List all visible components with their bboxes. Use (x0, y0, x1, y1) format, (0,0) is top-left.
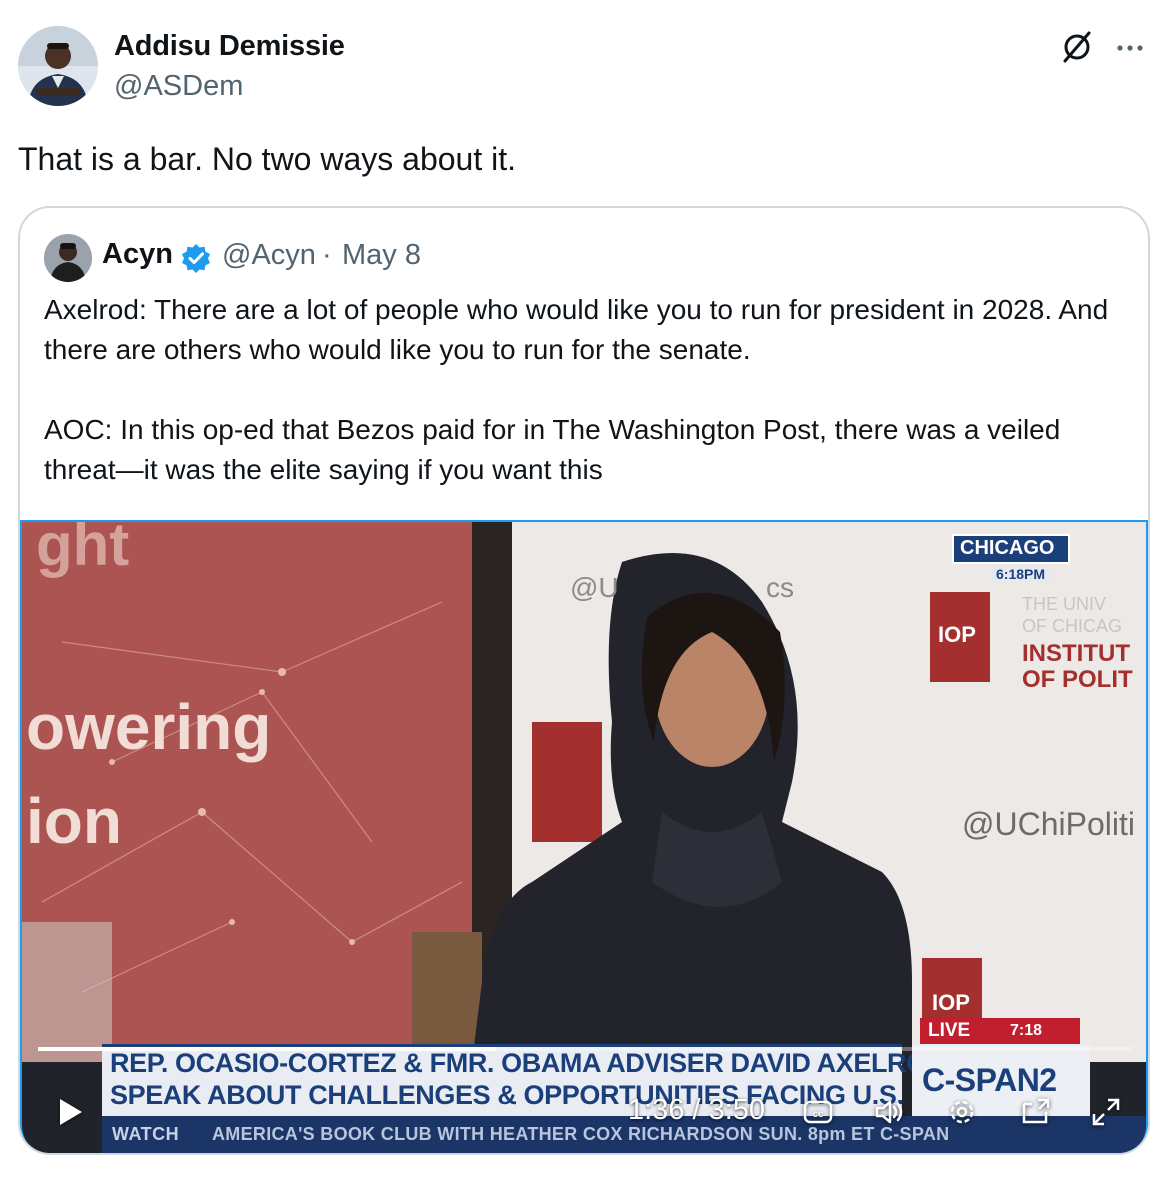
play-icon[interactable] (52, 1095, 86, 1129)
headline-line: REP. OCASIO-CORTEZ & FMR. OBAMA ADVISER … (110, 1048, 946, 1078)
volume-icon[interactable] (872, 1094, 908, 1130)
author-avatar[interactable] (18, 26, 98, 106)
more-horizontal-icon[interactable] (1112, 30, 1148, 66)
closed-captions-icon[interactable]: cc (800, 1094, 836, 1130)
backdrop-handle: @U (570, 572, 619, 603)
video-progress-fill (38, 1047, 497, 1051)
backdrop-word: ght (36, 520, 130, 578)
quoted-author-avatar[interactable] (44, 234, 92, 282)
author-handle[interactable]: @ASDem (114, 70, 243, 103)
video-time-readout: 1:36 / 3:50 (628, 1094, 766, 1126)
live-label: LIVE (928, 1020, 971, 1041)
live-time: 7:18 (1010, 1022, 1043, 1039)
svg-text:cc: cc (812, 1109, 824, 1120)
lower-ticker-text: AMERICA'S BOOK CLUB WITH HEATHER COX RIC… (212, 1124, 950, 1144)
fullscreen-icon[interactable] (1088, 1094, 1124, 1130)
backdrop-handle: @UChiPoliti (962, 806, 1135, 842)
institute-line: OF CHICAG (1022, 616, 1123, 636)
tweet-text: That is a bar. No two ways about it. (18, 141, 517, 177)
grok-slash-icon[interactable] (1058, 28, 1096, 66)
meta-separator: · (322, 239, 332, 271)
quoted-author-name[interactable]: Acyn (102, 238, 173, 271)
institute-line: INSTITUT (1022, 640, 1130, 667)
backdrop-handle: cs (766, 572, 794, 603)
quoted-tweet-card[interactable]: Acyn @Acyn · May 8 Axelrod: There are a … (18, 206, 1150, 1155)
location-time: 6:18PM (992, 566, 1050, 582)
quoted-tweet-date[interactable]: May 8 (342, 239, 421, 272)
institute-line: THE UNIV (1022, 594, 1107, 614)
iop-label: IOP (938, 622, 976, 647)
author-name[interactable]: Addisu Demissie (114, 30, 345, 63)
watch-label: WATCH (112, 1124, 180, 1144)
video-player[interactable]: ght owering ion @U cs @UChiPoliti IOP IO… (20, 520, 1148, 1153)
quoted-author-handle[interactable]: @Acyn (222, 239, 316, 272)
location-label: CHICAGO (960, 537, 1055, 559)
quoted-paragraph: Axelrod: There are a lot of people who w… (44, 294, 1109, 365)
video-progress-bar[interactable] (38, 1047, 1134, 1051)
verified-badge-icon (180, 242, 212, 274)
institute-line: OF POLIT (1022, 666, 1133, 693)
headline-line: SPEAK ABOUT CHALLENGES & OPPORTUNITIES F… (110, 1080, 904, 1110)
quoted-paragraph: AOC: In this op-ed that Bezos paid for i… (44, 414, 1061, 485)
backdrop-word: ion (26, 785, 122, 857)
iop-label: IOP (932, 990, 970, 1015)
quoted-tweet-text: Axelrod: There are a lot of people who w… (44, 290, 1128, 490)
picture-in-picture-icon[interactable] (1018, 1094, 1054, 1130)
backdrop-word: owering (26, 691, 272, 763)
settings-icon[interactable] (944, 1094, 980, 1130)
